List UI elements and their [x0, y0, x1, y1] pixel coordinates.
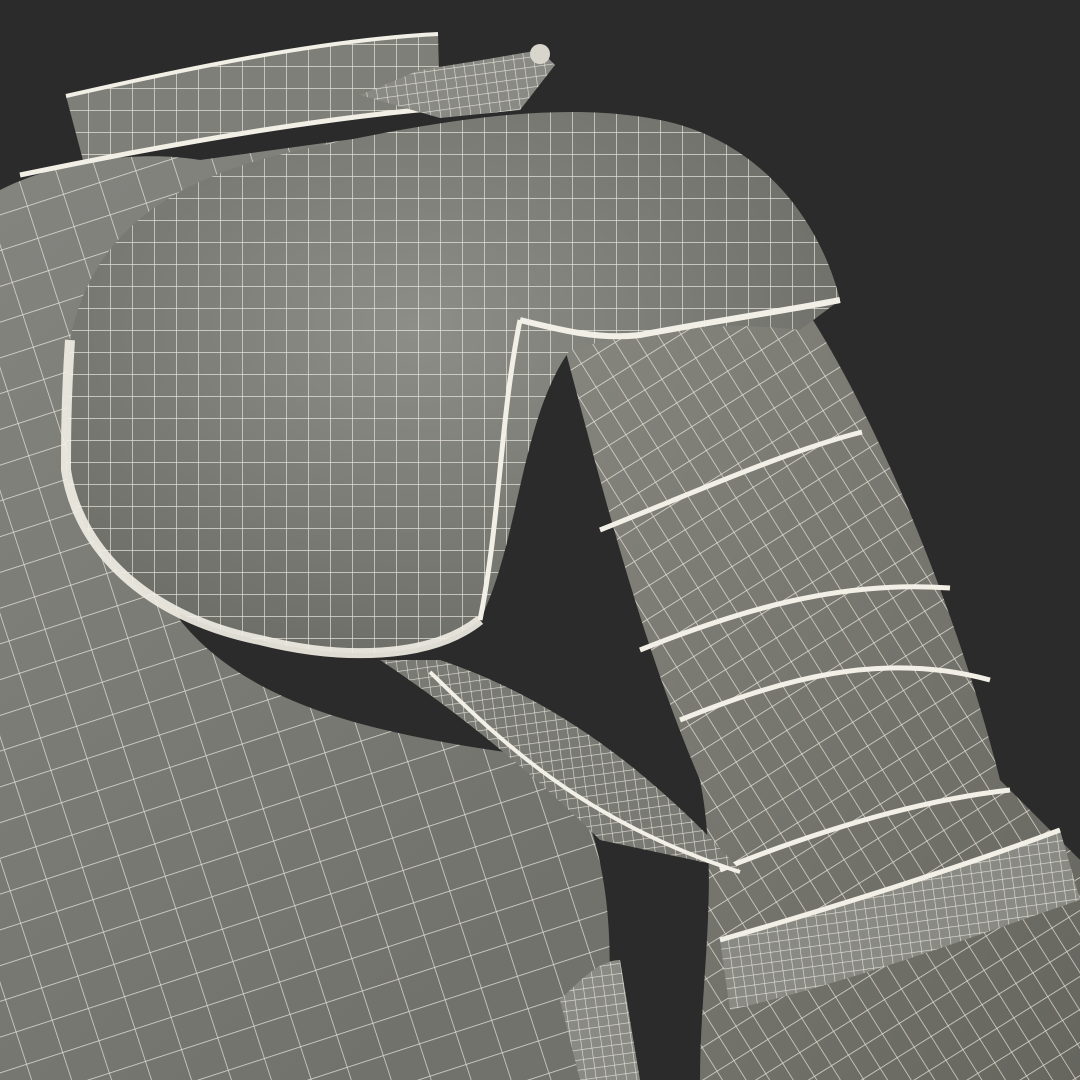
armor-wireframe-render: [0, 0, 1080, 1080]
